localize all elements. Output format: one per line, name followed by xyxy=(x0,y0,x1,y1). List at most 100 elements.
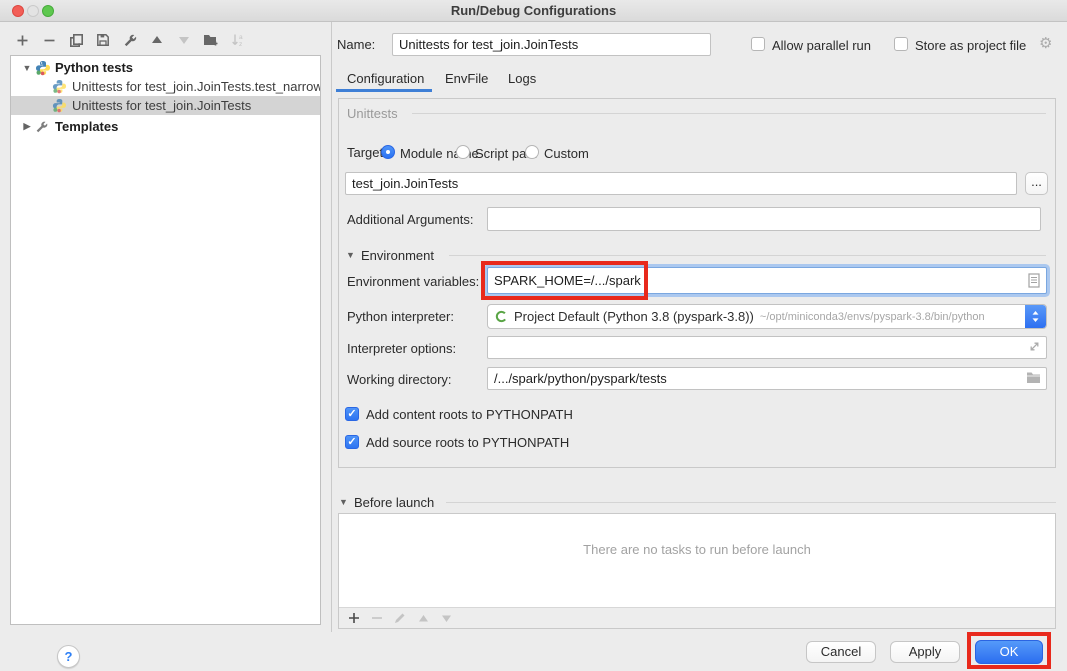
wrench-icon xyxy=(123,33,138,48)
interpreter-options-label: Interpreter options: xyxy=(347,341,456,356)
env-variables-list-icon[interactable] xyxy=(1028,273,1040,288)
add-source-roots-label: Add source roots to PYTHONPATH xyxy=(366,435,569,450)
environment-section-title[interactable]: Environment xyxy=(361,248,434,263)
allow-parallel-run-checkbox[interactable] xyxy=(751,37,765,51)
python-interpreter-select[interactable]: Project Default (Python 3.8 (pyspark-3.8… xyxy=(487,304,1047,329)
move-down-button[interactable] xyxy=(176,31,192,49)
python-tests-icon xyxy=(35,60,52,76)
section-divider xyxy=(446,502,1056,503)
section-divider xyxy=(449,255,1046,256)
sort-alphabetically-icon: az xyxy=(231,33,246,47)
combo-arrows-icon[interactable] xyxy=(1025,305,1046,328)
target-custom-label: Custom xyxy=(544,146,589,161)
folder-icon[interactable] xyxy=(1026,371,1041,384)
python-interpreter-label: Python interpreter: xyxy=(347,309,454,324)
move-task-down-button[interactable] xyxy=(438,609,454,627)
store-as-project-file-label: Store as project file xyxy=(915,38,1026,53)
add-task-button[interactable] xyxy=(346,609,362,627)
add-content-roots-label: Add content roots to PYTHONPATH xyxy=(366,407,573,422)
additional-arguments-label: Additional Arguments: xyxy=(347,212,473,227)
move-down-icon xyxy=(178,35,190,45)
help-button[interactable]: ? xyxy=(57,645,80,668)
tab-logs[interactable]: Logs xyxy=(508,71,536,86)
before-launch-toolbar xyxy=(339,607,1055,628)
tree-item-label: Python tests xyxy=(52,60,133,75)
tree-item-python-tests[interactable]: ▼ Python tests xyxy=(11,58,320,77)
before-launch-empty-text: There are no tasks to run before launch xyxy=(339,542,1055,557)
move-down-icon xyxy=(441,614,452,623)
edit-task-button[interactable] xyxy=(392,609,408,627)
remove-configuration-button[interactable] xyxy=(41,31,57,49)
python-interpreter-value: Project Default (Python 3.8 (pyspark-3.8… xyxy=(514,309,754,324)
copy-icon xyxy=(69,33,84,48)
move-up-icon xyxy=(151,35,163,45)
environment-collapse-chevron-icon[interactable]: ▼ xyxy=(346,250,355,260)
tab-envfile[interactable]: EnvFile xyxy=(445,71,488,86)
additional-arguments-input[interactable] xyxy=(487,207,1041,231)
add-icon xyxy=(16,34,29,47)
tree-item-unittests-test-narrow[interactable]: Unittests for test_join.JoinTests.test_n… xyxy=(11,77,320,96)
gear-icon[interactable]: ⚙ xyxy=(1039,36,1052,51)
add-source-roots-checkbox[interactable]: ✓ xyxy=(345,435,359,449)
target-module-name-radio[interactable] xyxy=(381,145,395,159)
run-debug-configurations-dialog: Run/Debug Configurations az ▼ Python tes… xyxy=(0,0,1067,671)
close-window-button[interactable] xyxy=(12,5,24,17)
minimize-window-button[interactable] xyxy=(27,5,39,17)
svg-text:a: a xyxy=(239,34,243,41)
tree-item-label: Unittests for test_join.JoinTests.test_n… xyxy=(69,79,320,94)
chevron-right-icon[interactable]: ▶ xyxy=(19,121,35,132)
working-directory-input[interactable] xyxy=(487,367,1047,390)
target-script-path-radio[interactable] xyxy=(456,145,470,159)
ok-button[interactable]: OK xyxy=(975,640,1043,664)
store-as-project-file-checkbox[interactable] xyxy=(894,37,908,51)
move-up-button[interactable] xyxy=(149,31,165,49)
remove-icon xyxy=(43,34,56,47)
browse-module-button[interactable]: ... xyxy=(1025,172,1048,195)
panel-splitter[interactable] xyxy=(331,22,332,632)
move-task-up-button[interactable] xyxy=(415,609,431,627)
configurations-tree: ▼ Python tests Unittests for test_join.J… xyxy=(10,55,321,625)
working-directory-label: Working directory: xyxy=(347,372,452,387)
active-tab-underline xyxy=(336,89,432,92)
python-test-icon xyxy=(52,79,69,94)
before-launch-panel: There are no tasks to run before launch xyxy=(338,513,1056,629)
new-folder-icon xyxy=(203,33,219,47)
title-bar: Run/Debug Configurations xyxy=(0,0,1067,22)
templates-wrench-icon xyxy=(35,120,52,134)
tree-item-templates[interactable]: ▶ Templates xyxy=(11,117,320,136)
allow-parallel-run-label: Allow parallel run xyxy=(772,38,871,53)
add-content-roots-checkbox[interactable]: ✓ xyxy=(345,407,359,421)
name-input[interactable] xyxy=(392,33,711,56)
target-custom-radio[interactable] xyxy=(525,145,539,159)
move-up-icon xyxy=(418,614,429,623)
window-title: Run/Debug Configurations xyxy=(0,0,1067,21)
python-interpreter-path: ~/opt/miniconda3/envs/pyspark-3.8/bin/py… xyxy=(760,311,1025,323)
edit-templates-button[interactable] xyxy=(122,31,138,49)
add-configuration-button[interactable] xyxy=(14,31,30,49)
environment-variables-input[interactable] xyxy=(487,267,1047,294)
copy-configuration-button[interactable] xyxy=(68,31,84,49)
save-icon xyxy=(96,33,110,47)
apply-button[interactable]: Apply xyxy=(890,641,960,663)
chevron-down-icon[interactable]: ▼ xyxy=(19,63,35,73)
tree-item-label: Unittests for test_join.JoinTests xyxy=(69,98,251,113)
tree-item-unittests-jointests-selected[interactable]: Unittests for test_join.JoinTests xyxy=(11,96,320,115)
expand-field-icon[interactable] xyxy=(1028,340,1041,353)
remove-task-button[interactable] xyxy=(369,609,385,627)
before-launch-collapse-chevron-icon[interactable]: ▼ xyxy=(339,497,348,507)
sort-configurations-button[interactable]: az xyxy=(230,31,246,49)
before-launch-title[interactable]: Before launch xyxy=(354,495,434,510)
remove-icon xyxy=(371,612,383,624)
unittests-section-title: Unittests xyxy=(347,106,398,121)
cancel-button[interactable]: Cancel xyxy=(806,641,876,663)
save-configuration-button[interactable] xyxy=(95,31,111,49)
pencil-icon xyxy=(394,612,406,624)
tab-configuration[interactable]: Configuration xyxy=(347,71,424,86)
new-folder-button[interactable] xyxy=(203,31,219,49)
module-name-input[interactable] xyxy=(345,172,1017,195)
add-icon xyxy=(348,612,360,624)
interpreter-options-input[interactable] xyxy=(487,336,1047,359)
zoom-window-button[interactable] xyxy=(42,5,54,17)
section-divider xyxy=(412,113,1046,114)
configurations-toolbar: az xyxy=(14,31,246,49)
